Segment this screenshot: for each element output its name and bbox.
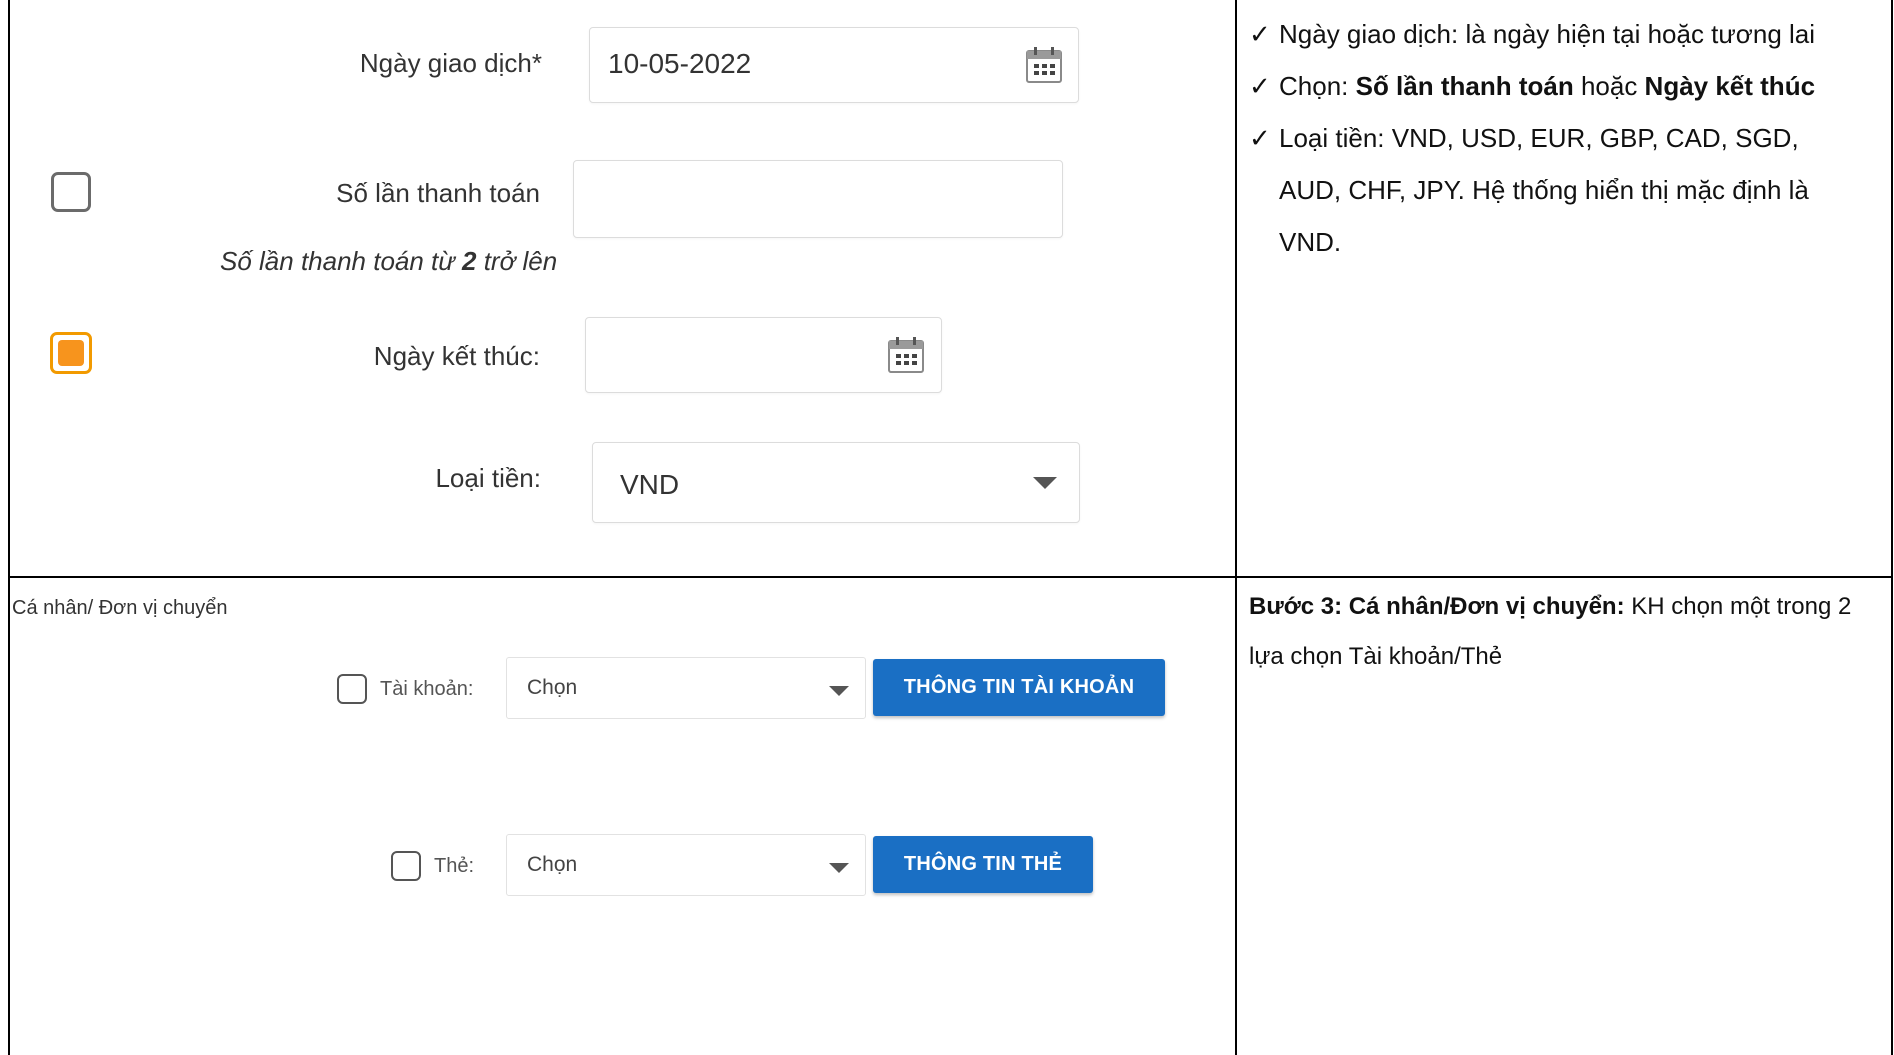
payment-count-hint-prefix: Số lần thanh toán từ	[220, 246, 462, 276]
step-title: Bước 3: Cá nhân/Đơn vị chuyển:	[1249, 593, 1625, 620]
account-info-button[interactable]: THÔNG TIN TÀI KHOẢN	[873, 659, 1165, 716]
payment-count-hint-number: 2	[462, 246, 477, 276]
calendar-icon[interactable]	[886, 335, 926, 375]
card-info-button[interactable]: THÔNG TIN THẺ	[873, 836, 1093, 893]
end-date-label: Ngày kết thúc:	[373, 341, 540, 371]
note-choose-payment-count: Số lần thanh toán	[1355, 71, 1574, 101]
account-checkbox[interactable]	[337, 674, 367, 704]
payment-count-checkbox[interactable]	[51, 172, 91, 212]
check-icon: ✓	[1249, 19, 1271, 49]
account-label: Tài khoản:	[380, 678, 474, 700]
account-select[interactable]: Chọn	[506, 657, 866, 719]
payment-count-input[interactable]	[573, 160, 1063, 238]
check-icon: ✓	[1249, 71, 1271, 101]
note-transaction-date: Ngày giao dịch: là ngày hiện tại hoặc tư…	[1279, 19, 1816, 49]
card-label: Thẻ:	[434, 855, 475, 877]
notes-bottom: Bước 3: Cá nhân/Đơn vị chuyển: KH chọn m…	[1249, 582, 1869, 682]
table-row-divider	[8, 576, 1893, 578]
notes-top: ✓ Ngày giao dịch: là ngày hiện tại hoặc …	[1249, 8, 1879, 268]
check-icon: ✓	[1249, 123, 1271, 153]
payment-count-hint-suffix: trở lên	[476, 246, 558, 276]
chevron-down-icon	[829, 863, 849, 873]
table-column-divider	[1235, 0, 1237, 1055]
table-left-border	[8, 0, 10, 1055]
card-select[interactable]: Chọn	[506, 834, 866, 896]
card-select-value: Chọn	[527, 853, 578, 876]
note-currency: Loại tiền: VND, USD, EUR, GBP, CAD, SGD,…	[1279, 123, 1809, 257]
currency-value: VND	[620, 469, 680, 500]
note-item: ✓ Ngày giao dịch: là ngày hiện tại hoặc …	[1249, 8, 1879, 60]
note-item: ✓ Loại tiền: VND, USD, EUR, GBP, CAD, SG…	[1249, 112, 1879, 268]
note-item: ✓ Chọn: Số lần thanh toán hoặc Ngày kết …	[1249, 60, 1879, 112]
transaction-date-label: Ngày giao dịch*	[359, 48, 542, 78]
calendar-icon[interactable]	[1024, 45, 1064, 85]
end-date-field[interactable]	[585, 317, 942, 393]
payment-count-label: Số lần thanh toán	[336, 178, 540, 208]
transaction-date-value: 10-05-2022	[608, 48, 752, 79]
note-choose-end-date: Ngày kết thúc	[1644, 71, 1816, 101]
chevron-down-icon	[1033, 477, 1057, 489]
chevron-down-icon	[829, 686, 849, 696]
payment-count-hint: Số lần thanh toán từ 2 trở lên	[220, 246, 557, 277]
note-choose-mid: hoặc	[1573, 71, 1645, 101]
currency-select[interactable]: VND	[592, 442, 1080, 523]
currency-label: Loại tiền:	[435, 463, 541, 493]
transaction-date-field[interactable]: 10-05-2022	[589, 27, 1079, 103]
card-checkbox[interactable]	[391, 851, 421, 881]
section-title: Cá nhân/ Đơn vị chuyển	[12, 597, 228, 619]
note-choose-prefix: Chọn:	[1279, 71, 1356, 101]
table-right-border	[1891, 0, 1893, 1055]
end-date-checkbox[interactable]	[50, 332, 92, 374]
account-select-value: Chọn	[527, 676, 578, 699]
